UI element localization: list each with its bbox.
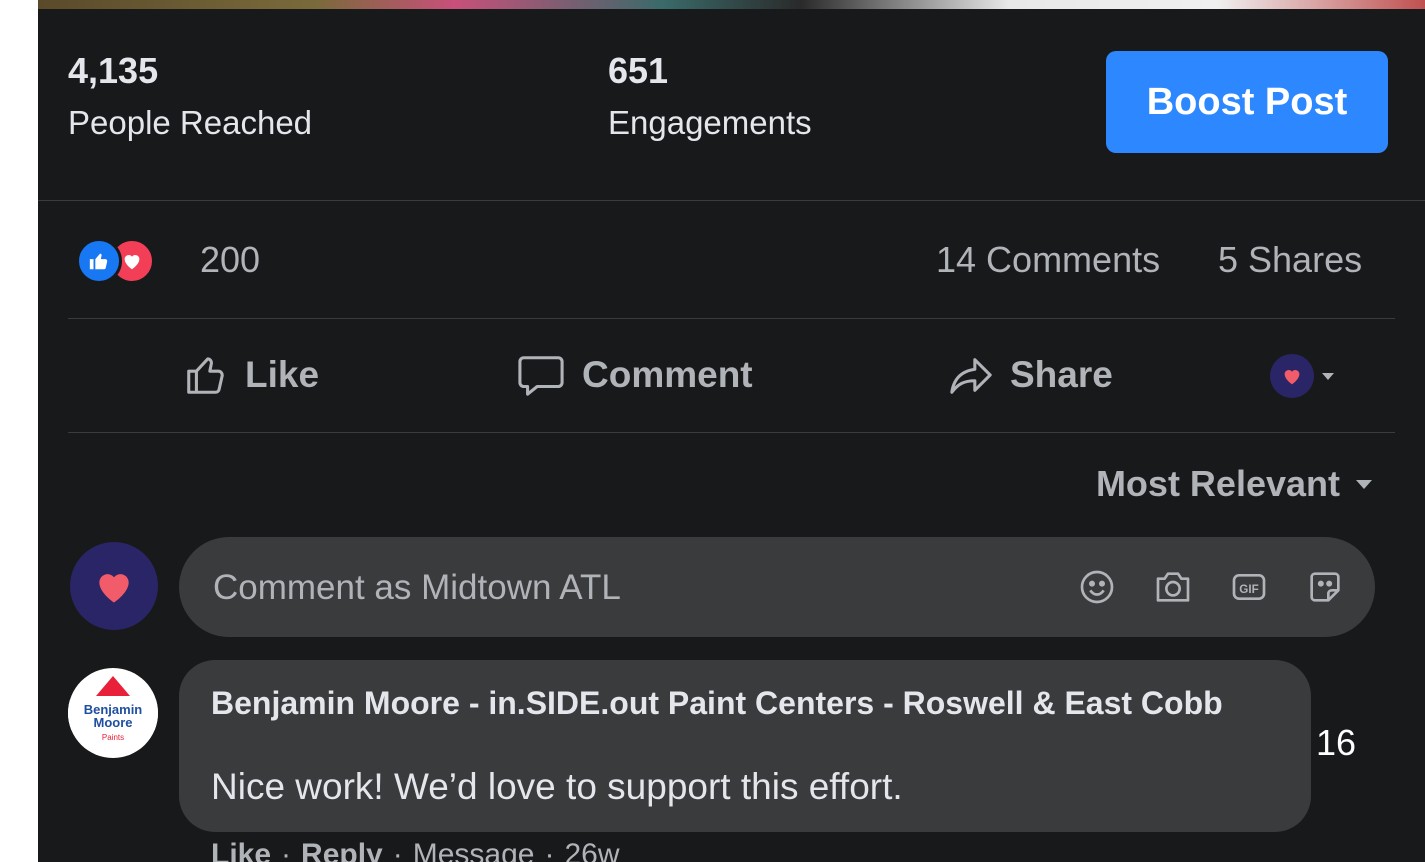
comment-label: Comment (582, 354, 753, 395)
people-reached-value: 4,135 (68, 50, 159, 91)
engagements-label: Engagements (608, 104, 812, 141)
engagements-value: 651 (608, 50, 669, 91)
separator: · (544, 838, 555, 862)
comment-bubble: Benjamin Moore - in.SIDE.out Paint Cente… (179, 660, 1311, 832)
comments-count[interactable]: 14 Comments (936, 239, 1160, 281)
thumbs-up-icon (187, 357, 224, 394)
svg-text:Moore: Moore (94, 715, 133, 730)
comment-timestamp: 26w (564, 838, 620, 862)
share-arrow-icon (950, 358, 992, 394)
divider (68, 318, 1395, 319)
people-reached-label: People Reached (68, 104, 313, 141)
react-as-page-selector[interactable] (1270, 354, 1336, 398)
page-number: 16 (1316, 722, 1357, 763)
chevron-down-icon (1356, 480, 1372, 489)
comment-message-link[interactable]: Message (413, 838, 535, 862)
comment-button[interactable]: Comment (516, 352, 753, 398)
comment-sort-dropdown[interactable]: Most Relevant (1096, 463, 1374, 505)
comment-text: Nice work! We’d love to support this eff… (211, 766, 903, 807)
separator: · (281, 838, 292, 862)
page-avatar[interactable] (70, 542, 158, 630)
post-photo[interactable] (38, 0, 1425, 9)
comment-author[interactable]: Benjamin Moore - in.SIDE.out Paint Cente… (211, 682, 1291, 724)
comment-like-link[interactable]: Like (211, 838, 271, 862)
comment-input[interactable] (211, 537, 995, 639)
comment-reply-link[interactable]: Reply (301, 838, 383, 862)
sticker-icon[interactable] (1305, 567, 1345, 607)
commenter-avatar[interactable]: Benjamin Moore Paints (68, 668, 158, 758)
separator: · (392, 838, 403, 862)
chevron-down-icon (1322, 373, 1334, 380)
emoji-icon[interactable] (1077, 567, 1117, 607)
shares-count[interactable]: 5 Shares (1218, 239, 1362, 281)
comment-composer[interactable]: GIF (179, 537, 1375, 639)
post-panel: 4,135 People Reached 651 Engagements Boo… (38, 0, 1425, 862)
like-label: Like (245, 354, 320, 395)
share-button[interactable]: Share (948, 352, 1113, 398)
like-reaction-icon[interactable] (76, 238, 122, 284)
svg-text:GIF: GIF (1239, 583, 1258, 596)
comment-icon (518, 356, 564, 396)
page-avatar-heart-icon (99, 574, 129, 603)
camera-icon[interactable] (1153, 567, 1193, 607)
svg-text:Paints: Paints (102, 733, 124, 742)
divider (68, 432, 1395, 433)
reaction-count[interactable]: 200 (200, 239, 260, 281)
gif-icon[interactable]: GIF (1229, 567, 1269, 607)
divider (38, 200, 1425, 201)
sort-label: Most Relevant (1095, 463, 1340, 504)
comment-actions: Like · Reply · Message · 26w (211, 838, 620, 862)
page-avatar-heart-icon (1270, 354, 1314, 398)
like-button[interactable]: Like (183, 352, 319, 398)
boost-post-button[interactable]: Boost Post (1106, 51, 1388, 153)
share-label: Share (1010, 354, 1113, 395)
